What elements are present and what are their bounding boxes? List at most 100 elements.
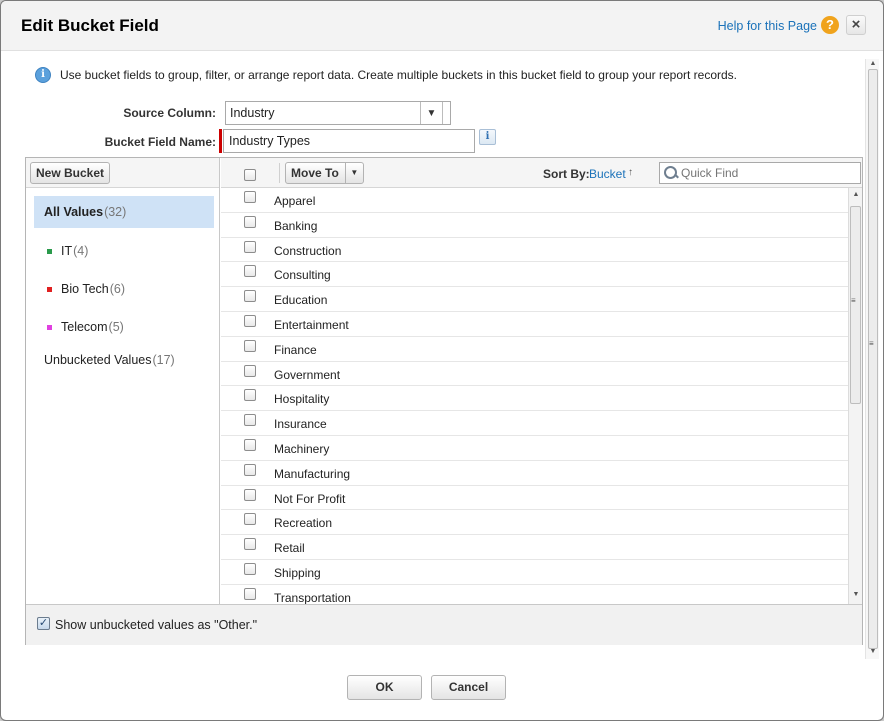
value-label: Transportation <box>274 590 351 604</box>
bucket-color-swatch <box>47 324 52 330</box>
value-row[interactable]: Recreation <box>221 510 848 536</box>
info-icon[interactable]: i <box>479 129 496 145</box>
value-row[interactable]: Government <box>221 362 848 387</box>
value-checkbox[interactable] <box>244 414 256 427</box>
value-label: Retail <box>274 541 305 556</box>
value-checkbox[interactable] <box>244 389 256 402</box>
value-checkbox[interactable] <box>244 488 256 501</box>
value-label: Not For Profit <box>274 491 346 506</box>
value-row[interactable]: Apparel <box>221 188 848 213</box>
bucket-count: (6) <box>109 282 125 296</box>
value-label: Finance <box>274 342 317 357</box>
value-checkbox[interactable] <box>244 191 256 203</box>
value-row[interactable]: Manufacturing <box>221 461 848 486</box>
chevron-down-icon[interactable]: ▼ <box>344 163 363 183</box>
bucket-color-swatch <box>47 286 52 292</box>
bucket-label: Bio Tech <box>61 282 109 296</box>
values-scrollbar[interactable]: ▲ ≡ ▼ <box>848 188 862 604</box>
bucket-field-name-label: Bucket Field Name: <box>104 135 216 149</box>
bucket-count: (4) <box>73 244 89 258</box>
scroll-up-icon[interactable]: ▲ <box>851 190 861 200</box>
sort-by-bucket-link[interactable]: Bucket <box>589 167 626 181</box>
value-row[interactable]: Not For Profit <box>221 486 848 511</box>
scroll-down-icon[interactable]: ▼ <box>868 647 878 657</box>
value-checkbox[interactable] <box>244 339 256 352</box>
quick-find-field[interactable] <box>659 162 861 184</box>
value-checkbox[interactable] <box>244 240 256 253</box>
source-column-select[interactable]: Industry ▼ <box>225 101 451 125</box>
value-row[interactable]: Consulting <box>221 262 848 288</box>
move-to-button[interactable]: Move To ▼ <box>285 162 364 184</box>
close-icon[interactable]: × <box>846 15 866 35</box>
bucket-list: All Values (32) IT (4) Bio Tech (6) Telecom… <box>26 196 220 374</box>
value-row[interactable]: Insurance <box>221 411 848 436</box>
value-label: Construction <box>274 243 342 258</box>
value-checkbox[interactable] <box>244 513 256 526</box>
bucket-item-all-values[interactable]: All Values (32) <box>34 196 214 228</box>
value-row[interactable]: Entertainment <box>221 312 848 337</box>
sort-by-label: Sort By: <box>543 167 590 181</box>
help-icon[interactable]: ? <box>821 16 839 34</box>
scrollbar-grip-icon: ≡ <box>869 339 874 348</box>
source-column-value: Industry <box>230 106 275 120</box>
move-to-label: Move To <box>291 166 339 180</box>
bucket-list-pane: New Bucket All Values (32) IT (4) Bio Tech… <box>26 158 220 604</box>
quick-find-input[interactable] <box>681 166 851 180</box>
chevron-down-icon[interactable]: ▼ <box>420 102 442 124</box>
value-row[interactable]: Shipping <box>221 560 848 585</box>
new-bucket-button[interactable]: New Bucket <box>30 162 111 184</box>
value-row[interactable]: Hospitality <box>221 386 848 412</box>
value-checkbox[interactable] <box>244 265 256 278</box>
value-label: Banking <box>274 218 318 233</box>
value-label: Government <box>274 367 341 382</box>
cancel-button[interactable]: Cancel <box>431 675 506 700</box>
value-row[interactable]: Banking <box>221 213 848 238</box>
dialog-body: i Use bucket fields to group, filter, or… <box>19 59 865 657</box>
toolbar-divider <box>279 163 280 183</box>
bucket-field-name-input[interactable]: Industry Types <box>223 129 475 153</box>
show-unbucketed-checkbox[interactable]: ✓ <box>37 617 50 630</box>
value-checkbox[interactable] <box>244 290 256 303</box>
value-checkbox[interactable] <box>244 364 256 377</box>
bucket-item-telecom[interactable]: Telecom (5) <box>26 308 220 346</box>
sort-ascending-icon: ↑ <box>628 167 633 178</box>
select-divider <box>442 102 450 124</box>
value-checkbox[interactable] <box>244 587 256 600</box>
bucket-item-bio-tech[interactable]: Bio Tech (6) <box>26 270 220 308</box>
value-row[interactable]: Finance <box>221 337 848 362</box>
value-label: Entertainment <box>274 317 349 332</box>
scrollbar-thumb[interactable] <box>850 206 861 404</box>
value-label: Recreation <box>274 516 333 531</box>
bucket-label: All Values <box>44 205 104 219</box>
value-checkbox[interactable] <box>244 562 256 575</box>
scrollbar-grip-icon: ≡ <box>851 296 856 305</box>
value-row[interactable]: Machinery <box>221 436 848 461</box>
help-for-this-page-link[interactable]: Help for this Page <box>718 19 817 33</box>
value-label: Apparel <box>274 194 316 208</box>
ok-button[interactable]: OK <box>347 675 422 700</box>
value-checkbox[interactable] <box>244 463 256 476</box>
bucket-count: (5) <box>108 320 124 334</box>
source-column-label: Source Column: <box>123 106 216 120</box>
value-checkbox[interactable] <box>244 438 256 451</box>
value-checkbox[interactable] <box>244 215 256 228</box>
scroll-down-icon[interactable]: ▼ <box>851 590 861 600</box>
value-row[interactable]: Transportation <box>221 585 848 604</box>
values-list: Apparel Banking Construction Consulting Educ… <box>221 188 848 604</box>
value-label: Hospitality <box>274 392 330 407</box>
info-text: Use bucket fields to group, filter, or a… <box>60 68 738 82</box>
value-row[interactable]: Construction <box>221 238 848 263</box>
value-row[interactable]: Education <box>221 287 848 312</box>
scrollbar-thumb[interactable] <box>868 69 878 649</box>
select-all-checkbox[interactable] <box>244 169 256 181</box>
value-checkbox[interactable] <box>244 314 256 327</box>
info-icon: i <box>35 67 51 83</box>
bucket-label: Telecom <box>61 320 108 334</box>
value-row[interactable]: Retail <box>221 535 848 560</box>
value-checkbox[interactable] <box>244 538 256 551</box>
values-pane: Move To ▼ Sort By: Bucket ↑ Apparel Banki… <box>221 158 862 604</box>
bucket-item-unbucketed-values[interactable]: Unbucketed Values (17) <box>26 346 220 374</box>
bucket-item-it[interactable]: IT (4) <box>26 232 220 270</box>
scroll-up-icon[interactable]: ▲ <box>868 59 878 69</box>
dialog-scrollbar[interactable]: ▲ ≡ ▼ <box>865 59 879 659</box>
